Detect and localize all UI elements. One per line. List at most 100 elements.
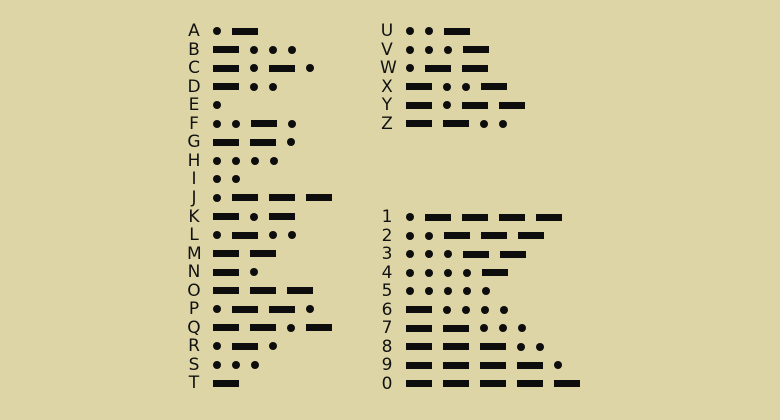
- morse-dot: [232, 119, 240, 128]
- morse-row-7: 7: [380, 319, 600, 338]
- morse-dash: [425, 213, 451, 221]
- morse-row-5: 5: [380, 282, 600, 301]
- morse-dash: [481, 83, 507, 91]
- morse-dash: [480, 380, 506, 388]
- morse-dot: [443, 101, 451, 110]
- morse-char-label: 1: [381, 207, 393, 227]
- morse-row-m: M: [187, 245, 407, 264]
- morse-dash: [481, 232, 507, 240]
- morse-char-label: S: [188, 354, 200, 375]
- morse-dash: [213, 138, 239, 146]
- morse-dash: [463, 46, 489, 54]
- morse-dash: [269, 64, 295, 72]
- morse-dot: [517, 342, 525, 351]
- morse-dash: [306, 194, 332, 202]
- morse-row-b: B: [187, 41, 407, 60]
- morse-dot: [287, 138, 295, 147]
- morse-dot: [251, 360, 259, 369]
- morse-char-label: 8: [381, 336, 393, 357]
- morse-char-label: Q: [187, 317, 201, 338]
- morse-row-8: 8: [380, 338, 600, 357]
- morse-dot: [536, 342, 544, 351]
- morse-dot: [250, 82, 258, 91]
- morse-row-4: 4: [380, 264, 600, 283]
- morse-row-g: G: [187, 133, 407, 152]
- morse-row-t: T: [187, 374, 407, 393]
- morse-char-label: K: [188, 206, 200, 227]
- morse-dash: [443, 361, 469, 369]
- morse-dot: [406, 250, 414, 259]
- morse-dash: [406, 83, 432, 91]
- morse-dot: [288, 45, 296, 54]
- morse-row-u: U: [380, 22, 600, 41]
- morse-dash: [213, 287, 239, 295]
- morse-dot: [213, 101, 221, 110]
- morse-dash: [232, 27, 258, 35]
- morse-dash: [232, 231, 258, 239]
- morse-row-2: 2: [380, 227, 600, 246]
- morse-char-label: 7: [381, 318, 393, 339]
- morse-dash: [213, 324, 239, 332]
- morse-dot: [250, 212, 258, 221]
- morse-dot: [425, 287, 433, 296]
- morse-dot: [463, 268, 471, 277]
- morse-char-label: J: [191, 187, 197, 208]
- morse-dot: [443, 305, 451, 314]
- morse-dash: [499, 101, 525, 109]
- morse-char-label: B: [188, 39, 200, 60]
- morse-char-label: V: [381, 39, 393, 60]
- morse-char-label: 4: [381, 262, 393, 283]
- morse-char-label: X: [381, 76, 393, 97]
- morse-dot: [463, 287, 471, 296]
- morse-dash: [250, 138, 276, 146]
- morse-dash: [406, 343, 432, 351]
- morse-dot: [444, 45, 452, 54]
- morse-char-label: M: [187, 243, 202, 264]
- morse-row-f: F: [187, 115, 407, 134]
- morse-dot: [287, 323, 295, 332]
- morse-dot: [406, 64, 414, 73]
- morse-char-label: E: [188, 95, 200, 116]
- morse-dash: [444, 27, 470, 35]
- morse-row-1: 1: [380, 208, 600, 227]
- morse-row-w: W: [380, 59, 600, 78]
- morse-row-0: 0: [380, 375, 600, 394]
- morse-dash: [269, 194, 295, 202]
- morse-dot: [554, 361, 562, 370]
- morse-row-k: K: [187, 206, 407, 227]
- morse-char-label: 9: [381, 355, 393, 376]
- morse-dot: [444, 250, 452, 259]
- morse-dot: [499, 324, 507, 333]
- morse-dash: [250, 250, 276, 258]
- morse-dot: [518, 324, 526, 333]
- morse-char-label: L: [189, 225, 199, 246]
- morse-char-label: D: [187, 76, 201, 97]
- morse-dash: [554, 380, 580, 388]
- morse-char-label: U: [380, 21, 394, 41]
- morse-char-label: 5: [381, 281, 393, 302]
- morse-dot: [406, 231, 414, 240]
- morse-dash: [480, 361, 506, 369]
- morse-dash: [251, 120, 277, 128]
- morse-dot: [306, 305, 314, 314]
- morse-row-n: N: [187, 263, 407, 282]
- morse-row-d: D: [187, 78, 407, 97]
- morse-char-label: I: [191, 169, 197, 190]
- morse-dot: [269, 82, 277, 91]
- morse-char-label: N: [187, 262, 201, 283]
- morse-dash: [482, 269, 508, 277]
- morse-row-c: C: [187, 59, 407, 78]
- morse-dot: [425, 268, 433, 277]
- morse-row-r: R: [187, 337, 407, 356]
- morse-dash: [213, 379, 239, 387]
- morse-dot: [425, 45, 433, 54]
- morse-dash: [250, 287, 276, 295]
- morse-char-label: A: [188, 21, 200, 41]
- morse-row-y: Y: [380, 96, 600, 115]
- morse-dash: [232, 342, 258, 350]
- morse-row-l: L: [187, 226, 407, 245]
- morse-dash: [443, 324, 469, 332]
- morse-row-e: E: [187, 96, 407, 115]
- morse-row-h: H: [187, 152, 407, 171]
- morse-dot: [406, 268, 414, 277]
